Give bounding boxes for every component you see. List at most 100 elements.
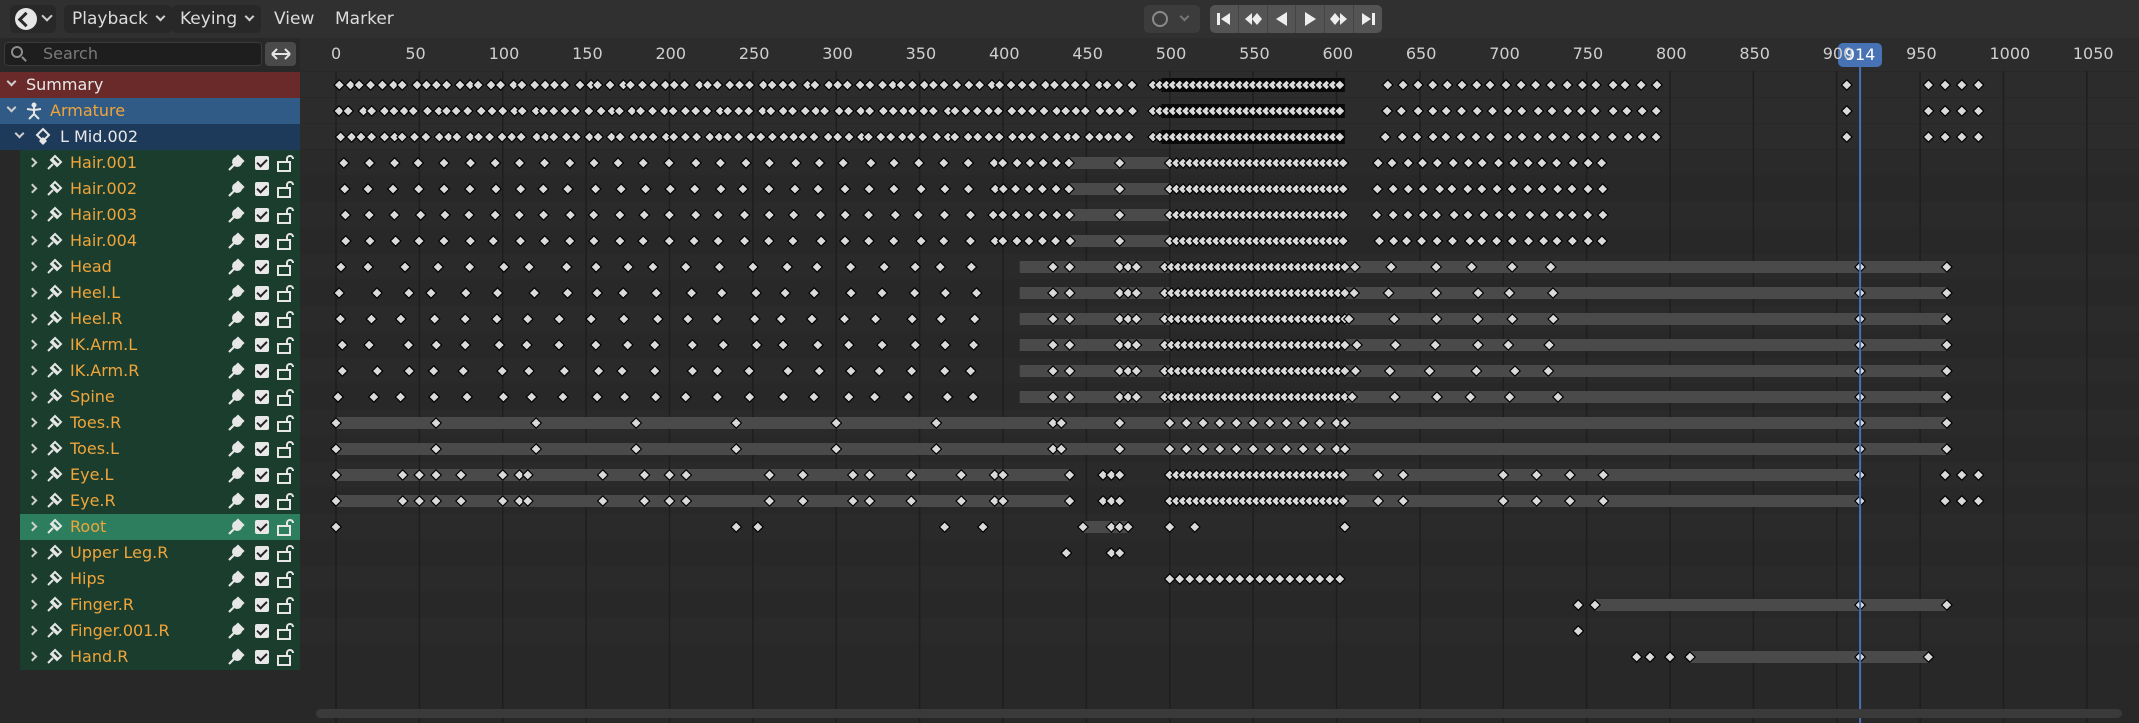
mute-checkbox[interactable] xyxy=(255,312,269,326)
menu-keying[interactable]: Keying xyxy=(172,5,262,33)
lock-icon[interactable] xyxy=(275,309,295,329)
mute-checkbox[interactable] xyxy=(255,494,269,508)
chevron-down-icon[interactable] xyxy=(1179,11,1190,22)
lock-icon[interactable] xyxy=(275,465,295,485)
expand-toggle[interactable] xyxy=(27,157,38,168)
wrench-icon[interactable] xyxy=(226,595,246,615)
bone-channel-row[interactable]: Upper Leg.R xyxy=(20,540,300,566)
bone-channel-row[interactable]: Hair.003 xyxy=(20,202,300,228)
expand-toggle[interactable] xyxy=(27,339,38,350)
bone-channel-row[interactable]: Hand.R xyxy=(20,644,300,670)
expand-toggle[interactable] xyxy=(27,469,38,480)
bone-channel-row[interactable]: Finger.R xyxy=(20,592,300,618)
search-input[interactable]: Search xyxy=(4,42,262,66)
bone-channel-row[interactable]: Hair.004 xyxy=(20,228,300,254)
mute-checkbox[interactable] xyxy=(255,442,269,456)
record-icon[interactable] xyxy=(1152,11,1168,27)
mute-checkbox[interactable] xyxy=(255,208,269,222)
mute-checkbox[interactable] xyxy=(255,520,269,534)
expand-toggle[interactable] xyxy=(6,102,17,113)
channel-armature[interactable]: Armature xyxy=(0,98,300,124)
wrench-icon[interactable] xyxy=(226,491,246,511)
lock-icon[interactable] xyxy=(275,231,295,251)
bone-channel-row[interactable]: Eye.L xyxy=(20,462,300,488)
expand-toggle[interactable] xyxy=(27,521,38,532)
wrench-icon[interactable] xyxy=(226,361,246,381)
wrench-icon[interactable] xyxy=(226,335,246,355)
bone-channel-row[interactable]: IK.Arm.R xyxy=(20,358,300,384)
wrench-icon[interactable] xyxy=(226,257,246,277)
lock-icon[interactable] xyxy=(275,439,295,459)
expand-toggle[interactable] xyxy=(27,209,38,220)
bone-channel-row[interactable]: IK.Arm.L xyxy=(20,332,300,358)
mute-checkbox[interactable] xyxy=(255,624,269,638)
wrench-icon[interactable] xyxy=(226,569,246,589)
swap-filter-button[interactable] xyxy=(265,42,296,66)
lock-icon[interactable] xyxy=(275,413,295,433)
wrench-icon[interactable] xyxy=(226,283,246,303)
bone-channel-row[interactable]: Hair.002 xyxy=(20,176,300,202)
expand-toggle[interactable] xyxy=(27,391,38,402)
mute-checkbox[interactable] xyxy=(255,650,269,664)
lock-icon[interactable] xyxy=(275,179,295,199)
timeline-region[interactable]: 914 0 50 100 150 200 250 300 350 400 450 500 550 600… xyxy=(300,38,2139,723)
mute-checkbox[interactable] xyxy=(255,156,269,170)
mute-checkbox[interactable] xyxy=(255,286,269,300)
wrench-icon[interactable] xyxy=(226,517,246,537)
expand-toggle[interactable] xyxy=(27,183,38,194)
lock-icon[interactable] xyxy=(275,387,295,407)
mute-checkbox[interactable] xyxy=(255,468,269,482)
lock-icon[interactable] xyxy=(275,543,295,563)
menu-playback[interactable]: Playback xyxy=(64,5,172,33)
wrench-icon[interactable] xyxy=(226,647,246,667)
wrench-icon[interactable] xyxy=(226,439,246,459)
play-button[interactable] xyxy=(1296,5,1326,33)
mute-checkbox[interactable] xyxy=(255,416,269,430)
menu-view[interactable]: View xyxy=(266,5,322,33)
wrench-icon[interactable] xyxy=(226,465,246,485)
wrench-icon[interactable] xyxy=(226,413,246,433)
wrench-icon[interactable] xyxy=(226,179,246,199)
lock-icon[interactable] xyxy=(275,491,295,511)
wrench-icon[interactable] xyxy=(226,205,246,225)
bone-channel-row[interactable]: Toes.L xyxy=(20,436,300,462)
lock-icon[interactable] xyxy=(275,205,295,225)
expand-toggle[interactable] xyxy=(27,443,38,454)
wrench-icon[interactable] xyxy=(226,543,246,563)
jump-end-button[interactable] xyxy=(1354,5,1382,33)
expand-toggle[interactable] xyxy=(27,573,38,584)
mute-checkbox[interactable] xyxy=(255,546,269,560)
jump-keyframe-forward-button[interactable] xyxy=(1325,5,1355,33)
wrench-icon[interactable] xyxy=(226,231,246,251)
expand-toggle[interactable] xyxy=(27,599,38,610)
bone-channel-row[interactable]: Spine xyxy=(20,384,300,410)
mute-checkbox[interactable] xyxy=(255,234,269,248)
wrench-icon[interactable] xyxy=(226,621,246,641)
expand-toggle[interactable] xyxy=(27,625,38,636)
expand-toggle[interactable] xyxy=(6,76,17,87)
mute-checkbox[interactable] xyxy=(255,364,269,378)
mute-checkbox[interactable] xyxy=(255,260,269,274)
channel-summary[interactable]: Summary xyxy=(0,72,300,98)
jump-start-button[interactable] xyxy=(1210,5,1239,33)
expand-toggle[interactable] xyxy=(27,547,38,558)
lock-icon[interactable] xyxy=(275,517,295,537)
horizontal-scrollbar[interactable] xyxy=(316,709,2122,718)
mute-checkbox[interactable] xyxy=(255,390,269,404)
channel-action[interactable]: L Mid.002 xyxy=(0,124,300,150)
mute-checkbox[interactable] xyxy=(255,182,269,196)
expand-toggle[interactable] xyxy=(27,365,38,376)
lock-icon[interactable] xyxy=(275,621,295,641)
expand-toggle[interactable] xyxy=(27,261,38,272)
keyframe-canvas[interactable] xyxy=(300,38,2139,723)
lock-icon[interactable] xyxy=(275,361,295,381)
lock-icon[interactable] xyxy=(275,283,295,303)
editor-type-button[interactable] xyxy=(10,5,56,33)
bone-channel-row[interactable]: Head xyxy=(20,254,300,280)
expand-toggle[interactable] xyxy=(27,495,38,506)
lock-icon[interactable] xyxy=(275,153,295,173)
expand-toggle[interactable] xyxy=(14,128,25,139)
lock-icon[interactable] xyxy=(275,647,295,667)
bone-channel-row[interactable]: Hips xyxy=(20,566,300,592)
wrench-icon[interactable] xyxy=(226,309,246,329)
